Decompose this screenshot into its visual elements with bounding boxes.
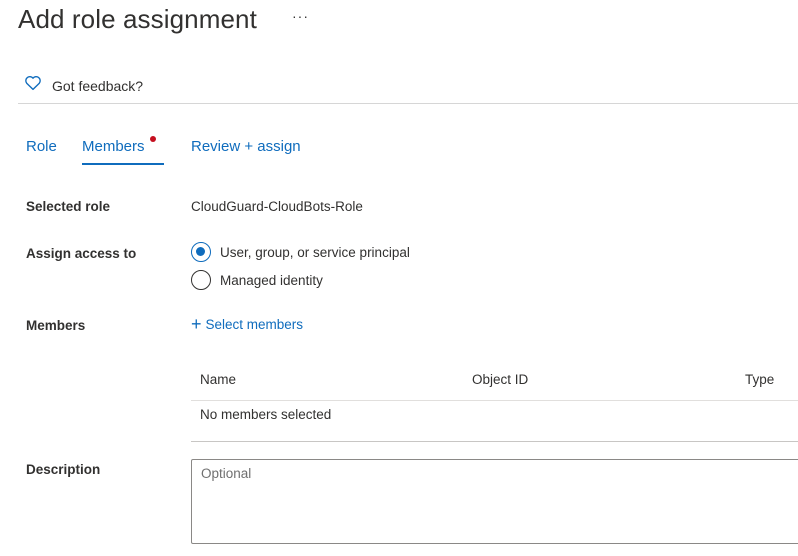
- radio-user-group-principal[interactable]: User, group, or service principal: [191, 242, 410, 262]
- description-label: Description: [26, 462, 101, 477]
- members-empty-message: No members selected: [200, 407, 332, 422]
- select-members-label: Select members: [205, 316, 304, 332]
- table-header-divider: [191, 400, 798, 401]
- radio-unchecked-icon: [191, 270, 211, 290]
- selected-role-label: Selected role: [26, 199, 111, 214]
- table-bottom-divider: [191, 441, 798, 442]
- tab-selected-underline: [82, 163, 164, 165]
- description-input[interactable]: [192, 460, 798, 543]
- feedback-link[interactable]: Got feedback?: [24, 74, 143, 97]
- radio-label: Managed identity: [220, 272, 323, 288]
- more-options-button[interactable]: ···: [292, 8, 309, 24]
- page-title: Add role assignment: [18, 4, 257, 34]
- members-label: Members: [26, 318, 86, 333]
- header-divider: [18, 103, 798, 104]
- column-header-name[interactable]: Name: [200, 372, 236, 387]
- tab-review-assign[interactable]: Review + assign: [191, 138, 301, 155]
- selected-role-value: CloudGuard-CloudBots-Role: [191, 199, 363, 214]
- radio-checked-icon: [191, 242, 211, 262]
- column-header-type[interactable]: Type: [745, 372, 774, 387]
- tab-members[interactable]: Members: [82, 138, 145, 155]
- select-members-link[interactable]: + Select members: [191, 315, 303, 333]
- description-field-container: [191, 459, 798, 544]
- column-header-object-id[interactable]: Object ID: [472, 372, 528, 387]
- tab-members-indicator: [150, 136, 156, 142]
- radio-label: User, group, or service principal: [220, 244, 410, 260]
- tab-role[interactable]: Role: [26, 138, 57, 155]
- assign-access-label: Assign access to: [26, 246, 137, 261]
- plus-icon: +: [191, 314, 202, 334]
- feedback-label: Got feedback?: [52, 77, 144, 94]
- radio-managed-identity[interactable]: Managed identity: [191, 270, 323, 290]
- heart-icon: [24, 74, 42, 97]
